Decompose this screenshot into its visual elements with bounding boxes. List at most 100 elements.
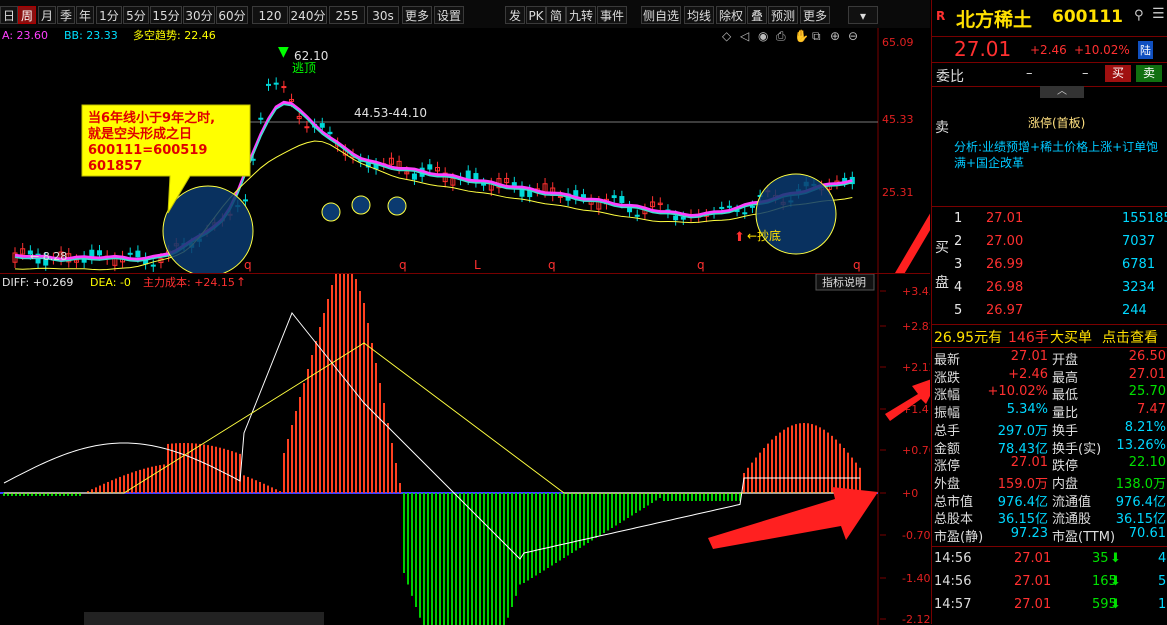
stat-cell: 8.21% <box>1124 419 1166 435</box>
q-marker: q <box>697 258 705 272</box>
kline-chart[interactable]: 65.09 45.33 25.31 A: 23.60 BB: 23.33 多空趋势: 22… <box>0 28 930 273</box>
up-arrow-icon: ↑ <box>236 275 246 289</box>
big-order-hands: 146手 <box>1008 330 1049 346</box>
stat-cell: +2.46 <box>1008 366 1048 382</box>
buy-book: 买 盘 1 27.01 155185 2 27.00 7037 3 26.99 6781 4 26.… <box>932 207 1167 323</box>
stock-code: 600111 <box>1052 7 1123 27</box>
bid-level: 1 <box>954 211 963 226</box>
toolbar-item-16[interactable]: 发 <box>505 6 525 24</box>
bid-level: 4 <box>954 280 963 295</box>
up-arrow-icon: ⬆ <box>734 230 745 245</box>
sell-side-label: 卖 <box>935 120 949 136</box>
help-button-label[interactable]: 指标说明 <box>822 275 866 289</box>
big-order-row[interactable]: 26.95元有 146手 大买单 点击查看 <box>932 326 1167 346</box>
stat-cell: 跌停 <box>1052 459 1079 475</box>
bid-volume: 7037 <box>1122 234 1156 249</box>
macd-legend: DIFF: +0.269 <box>2 276 73 289</box>
toolbar-item-15[interactable]: 设置 <box>434 6 464 24</box>
toolbar-item-20[interactable]: 事件 <box>597 6 627 24</box>
toolbar-item-13[interactable]: 30s <box>367 6 399 24</box>
toolbar-item-22[interactable]: 均线 <box>684 6 714 24</box>
last-price: 27.01 <box>954 37 1012 61</box>
toolbar-item-18[interactable]: 简 <box>546 6 566 24</box>
r-badge: R <box>936 9 946 23</box>
tick-cell: 11 <box>1158 597 1167 612</box>
sell-button[interactable]: 卖 <box>1136 65 1162 82</box>
bid-price: 26.99 <box>986 257 1024 272</box>
toolbar-item-4[interactable]: 年 <box>76 6 94 24</box>
dropdown-arrow-icon[interactable]: ▾ <box>848 6 878 24</box>
stat-cell: 总市值 <box>934 494 974 510</box>
toolbar-item-0[interactable]: 日 <box>0 6 18 24</box>
macd-legend: DEA: -0 <box>90 276 131 289</box>
bid-level: 3 <box>954 257 963 272</box>
chart-tool-icon[interactable]: ⊖ <box>848 29 858 43</box>
collapse-icon[interactable]: ︿ <box>1040 86 1084 98</box>
macd-chart[interactable]: DIFF: +0.269 DEA: -0 主力成本: +24.15 ↑ 指标说明 +3.4… <box>0 274 930 625</box>
chart-tool-icon[interactable]: ⊕ <box>830 29 840 43</box>
chart-tool-icon[interactable]: ⎙ <box>776 29 786 43</box>
stat-cell: 开盘 <box>1052 353 1079 368</box>
stat-cell: 26.50 <box>1128 349 1166 364</box>
toolbar-item-26[interactable]: 更多 <box>800 6 830 24</box>
stat-cell: 换手 <box>1052 423 1079 439</box>
macd-y-label: +0 <box>902 487 918 500</box>
draw-toolbar[interactable] <box>84 612 324 625</box>
toolbar-item-6[interactable]: 5分 <box>123 6 149 24</box>
toolbar-item-9[interactable]: 60分 <box>216 6 248 24</box>
chart-tool-icon[interactable]: ◁ <box>739 29 749 43</box>
toolbar-item-25[interactable]: 预测 <box>768 6 798 24</box>
chart-tool-icon[interactable]: ◉ <box>758 29 768 43</box>
stat-cell: 涨停 <box>934 459 961 475</box>
stat-cell: 外盘 <box>934 476 961 492</box>
toolbar-item-19[interactable]: 九转 <box>566 6 596 24</box>
toolbar-item-11[interactable]: 240分 <box>289 6 327 24</box>
stat-cell: 最高 <box>1052 370 1079 386</box>
toolbar-item-5[interactable]: 1分 <box>96 6 122 24</box>
annotation-line: 600111=600519 <box>88 143 207 158</box>
toolbar-item-1[interactable]: 周 <box>18 6 36 24</box>
bid-volume: 155185 <box>1122 211 1167 226</box>
toolbar-item-3[interactable]: 季 <box>57 6 75 24</box>
bid-volume: 244 <box>1122 303 1147 318</box>
stat-cell: 内盘 <box>1052 476 1079 492</box>
buy-button[interactable]: 买 <box>1105 65 1131 82</box>
stat-cell: 总股本 <box>934 512 974 528</box>
chart-tool-icon[interactable]: ⧉ <box>812 29 821 43</box>
chart-tool-icon[interactable]: ◇ <box>722 29 732 43</box>
stat-cell: 金额 <box>934 441 961 457</box>
macd-y-label: +3.43 <box>902 285 930 298</box>
stat-cell: 22.10 <box>1128 455 1166 471</box>
annotation-line: 601857 <box>88 159 142 174</box>
toolbar-item-10[interactable]: 120分 <box>252 6 288 41</box>
toolbar-item-7[interactable]: 15分 <box>150 6 182 24</box>
toolbar-item-2[interactable]: 月 <box>38 6 56 24</box>
big-order-action[interactable]: 点击查看 <box>1102 327 1158 347</box>
analysis-text[interactable]: 分析:业绩预增+稀土价格上涨+订单饱满+国企改革 <box>954 139 1164 171</box>
stat-cell: 5.34% <box>1006 402 1048 418</box>
toolbar-item-14[interactable]: 更多 <box>402 6 432 24</box>
tick-cell: 14:56 <box>934 551 972 566</box>
toolbar-item-8[interactable]: 30分 <box>183 6 215 24</box>
stock-name: 北方稀土 <box>956 9 1033 31</box>
toolbar-item-24[interactable]: 叠 <box>747 6 767 24</box>
indicator-legend: A: 23.60 <box>2 29 48 42</box>
stat-cell: 25.70 <box>1128 384 1166 400</box>
low-label: ← 8.28 <box>30 250 67 263</box>
toolbar-item-21[interactable]: 侧自选 <box>641 6 681 24</box>
stat-cell: 涨幅 <box>934 388 961 404</box>
buy-side-label: 买 <box>935 240 949 256</box>
search-icon[interactable]: ⚲ <box>1134 8 1144 23</box>
menu-icon[interactable]: ☰ <box>1152 6 1165 22</box>
limit-up-label: 涨停(首板) <box>1028 116 1086 130</box>
toolbar-item-12[interactable]: 255分 <box>329 6 365 41</box>
tick-list: 14:56 27.01 35 ⬇ 4 14:56 27.01 165 ⬇ 5 14:57 27.01 5… <box>932 548 1167 624</box>
stat-cell: 976.4亿 <box>1115 494 1166 510</box>
macd-y-label: -2.12 <box>902 613 930 625</box>
stat-cell: 976.4亿 <box>997 494 1048 510</box>
toolbar-item-23[interactable]: 除权 <box>716 6 746 24</box>
toolbar-item-17[interactable]: PK <box>526 6 546 24</box>
kline-pane: 65.09 45.33 25.31 A: 23.60 BB: 23.33 多空趋势: 22… <box>0 28 930 273</box>
stat-cell: 159.0万 <box>997 476 1048 492</box>
chart-tool-icon[interactable]: ✋ <box>794 29 809 43</box>
